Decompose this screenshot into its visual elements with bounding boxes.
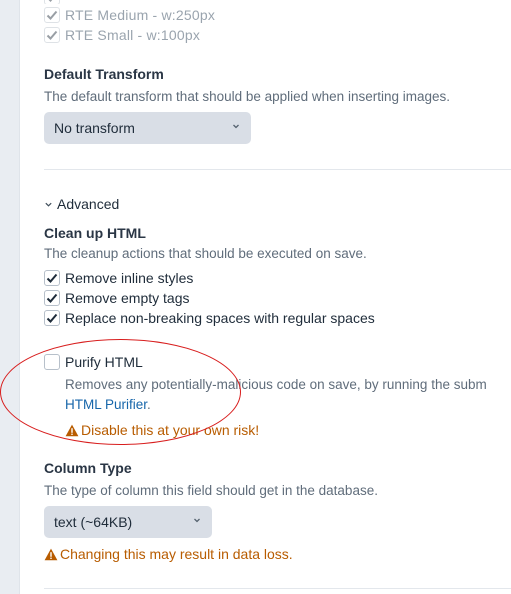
advanced-toggle-label: Advanced xyxy=(57,196,120,212)
default-transform-instructions: The default transform that should be app… xyxy=(44,89,450,104)
remove-empty-tags-label: Remove empty tags xyxy=(65,290,190,306)
default-transform-heading: Default Transform xyxy=(44,66,164,82)
checkmark-icon xyxy=(46,273,58,283)
purify-html-warning-text: Disable this at your own risk! xyxy=(81,422,260,438)
checkmark-icon xyxy=(48,0,53,2)
checkmark-icon xyxy=(46,293,58,303)
rte-small-checkbox[interactable] xyxy=(44,27,60,43)
purify-html-option[interactable]: Purify HTML xyxy=(44,353,143,371)
chevron-down-icon xyxy=(45,202,52,207)
column-type-select[interactable]: text (~64KB) xyxy=(44,506,212,538)
remove-inline-styles-label: Remove inline styles xyxy=(65,270,194,286)
html-purifier-link[interactable]: HTML Purifier xyxy=(65,397,147,412)
rte-medium-label: RTE Medium - w:250px xyxy=(65,7,216,23)
chevron-down-icon xyxy=(233,124,239,129)
checkmark-icon xyxy=(46,10,58,20)
section-divider xyxy=(44,169,511,170)
field-settings-panel: RTE Medium - w:250px RTE Small - w:100px… xyxy=(19,0,511,594)
checkmark-icon xyxy=(46,30,58,40)
remove-empty-tags-checkbox[interactable] xyxy=(44,290,60,306)
warning-icon xyxy=(44,548,58,560)
advanced-toggle[interactable]: Advanced xyxy=(44,196,119,212)
purify-link-suffix: . xyxy=(147,397,151,412)
default-transform-select[interactable]: No transform xyxy=(44,112,251,144)
cleanup-instructions: The cleanup actions that should be execu… xyxy=(44,246,367,261)
section-divider xyxy=(44,588,511,589)
cleanup-heading: Clean up HTML xyxy=(44,225,146,241)
checkmark-icon xyxy=(46,313,58,323)
rte-small-label: RTE Small - w:100px xyxy=(65,27,201,43)
warning-icon xyxy=(65,424,79,436)
replace-nbsp-label: Replace non-breaking spaces with regular… xyxy=(65,310,375,326)
chevron-down-icon xyxy=(194,518,200,523)
purify-html-link-line: HTML Purifier. xyxy=(65,397,151,412)
clipped-checkbox xyxy=(44,0,62,4)
transform-option-rte-small[interactable]: RTE Small - w:100px xyxy=(44,26,200,44)
default-transform-value: No transform xyxy=(54,120,135,136)
column-type-warning-text: Changing this may result in data loss. xyxy=(60,546,293,562)
purify-html-warning: Disable this at your own risk! xyxy=(65,422,259,438)
transform-option-rte-medium[interactable]: RTE Medium - w:250px xyxy=(44,6,215,24)
cleanup-option-remove-inline-styles[interactable]: Remove inline styles xyxy=(44,269,193,287)
rte-medium-checkbox[interactable] xyxy=(44,7,60,23)
purify-html-label: Purify HTML xyxy=(65,354,143,370)
cleanup-option-replace-nbsp[interactable]: Replace non-breaking spaces with regular… xyxy=(44,309,375,327)
column-type-heading: Column Type xyxy=(44,460,132,476)
purify-html-description: Removes any potentially-malicious code o… xyxy=(65,377,487,392)
remove-inline-styles-checkbox[interactable] xyxy=(44,270,60,286)
column-type-instructions: The type of column this field should get… xyxy=(44,483,378,498)
column-type-value: text (~64KB) xyxy=(54,514,133,530)
cleanup-option-remove-empty-tags[interactable]: Remove empty tags xyxy=(44,289,190,307)
purify-html-checkbox[interactable] xyxy=(44,354,60,370)
replace-nbsp-checkbox[interactable] xyxy=(44,310,60,326)
column-type-warning: Changing this may result in data loss. xyxy=(44,546,293,562)
